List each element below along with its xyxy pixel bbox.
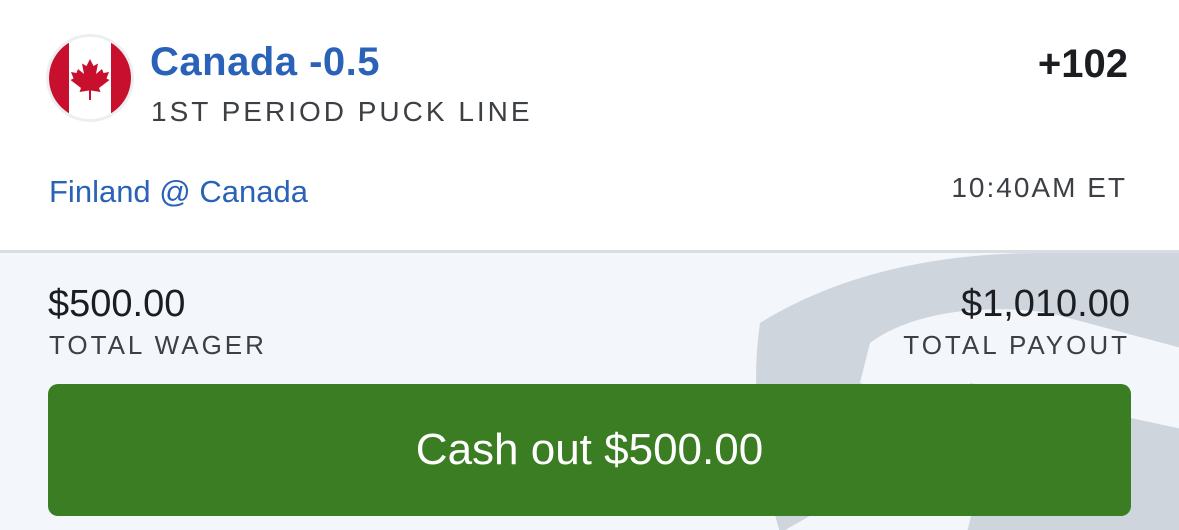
bet-header: Canada -0.5 1ST PERIOD PUCK LINE +102 Fi… xyxy=(0,0,1179,250)
wager-summary: $500.00 TOTAL WAGER $1,010.00 TOTAL PAYO… xyxy=(0,253,1179,530)
cash-out-button[interactable]: Cash out $500.00 xyxy=(48,384,1131,516)
market-type: 1ST PERIOD PUCK LINE xyxy=(151,96,533,127)
total-payout-amount: $1,010.00 xyxy=(960,283,1130,325)
total-payout-label: TOTAL PAYOUT xyxy=(903,330,1130,360)
selection-title: Canada -0.5 xyxy=(150,40,381,84)
event-time: 10:40AM ET xyxy=(951,172,1127,203)
total-wager-label: TOTAL WAGER xyxy=(49,330,267,360)
total-wager-amount: $500.00 xyxy=(48,283,186,325)
matchup-link[interactable]: Finland @ Canada xyxy=(49,174,308,210)
canada-flag-icon xyxy=(49,37,131,119)
odds-value: +102 xyxy=(1037,42,1128,86)
